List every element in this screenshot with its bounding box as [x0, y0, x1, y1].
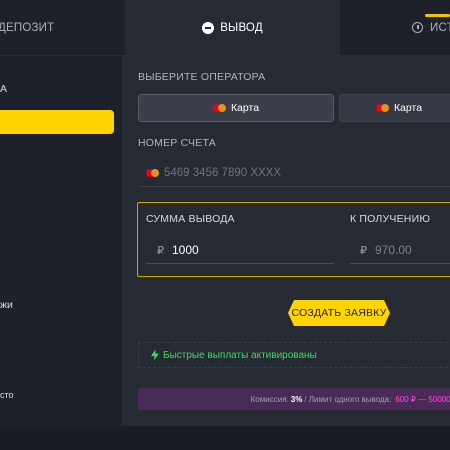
- clock-icon: [412, 22, 423, 33]
- minus-circle-icon: [202, 21, 215, 34]
- lightning-icon: [151, 349, 159, 361]
- tab-deposit[interactable]: ДЕПОЗИТ: [0, 0, 123, 55]
- commission-prefix: Комиссия:: [250, 394, 289, 404]
- account-number-input[interactable]: 5469 3456 7890 XXXX: [138, 160, 450, 187]
- sidebar: А жи сто: [0, 56, 123, 426]
- tab-history[interactable]: ИСТ: [340, 0, 450, 55]
- receive-amount-field: ₽ 970.00: [350, 237, 450, 264]
- withdraw-panel: ВЫБЕРИТЕ ОПЕРАТОРА Карта Карта НОМЕР СЧЕ…: [123, 56, 450, 426]
- tab-withdraw[interactable]: ВЫВОД: [125, 0, 340, 55]
- fast-payout-banner: Быстрые выплаты активированы: [138, 342, 450, 368]
- account-label: НОМЕР СЧЕТА: [138, 137, 216, 149]
- withdraw-amount-input[interactable]: ₽ 1000: [146, 237, 334, 264]
- sidebar-item-top[interactable]: А: [0, 83, 7, 95]
- mastercard-icon: [212, 103, 226, 113]
- operator-card-label-2: Карта: [393, 102, 423, 114]
- receive-amount-value: 970.00: [375, 243, 412, 257]
- mastercard-icon: [375, 103, 389, 113]
- withdraw-amount-value: 1000: [172, 243, 199, 257]
- commission-bar: Комиссия: 3% / Лимит одного вывода: 600 …: [138, 388, 450, 410]
- commission-value: 3%: [290, 394, 303, 404]
- sidebar-item-mid[interactable]: жи: [0, 299, 13, 311]
- ruble-icon: ₽: [360, 244, 367, 257]
- operator-card-button[interactable]: Карта: [138, 94, 334, 122]
- mastercard-icon: [146, 168, 159, 178]
- limit-value: 600 ₽ — 50000 ₽: [395, 394, 450, 404]
- operator-card-label: Карта: [230, 102, 260, 114]
- top-tabs: ДЕПОЗИТ ВЫВОД ИСТ: [0, 0, 450, 56]
- operator-card-button-2[interactable]: Карта: [339, 94, 450, 122]
- account-placeholder: 5469 3456 7890 XXXX: [164, 167, 282, 179]
- fast-payout-text: Быстрые выплаты активированы: [163, 349, 317, 361]
- sidebar-item-bottom[interactable]: сто: [0, 390, 14, 400]
- receive-label: К ПОЛУЧЕНИЮ: [350, 213, 431, 225]
- limit-prefix: / Лимит одного вывода:: [304, 394, 392, 404]
- ruble-icon: ₽: [157, 244, 164, 257]
- tab-withdraw-label: ВЫВОД: [220, 21, 263, 34]
- sidebar-active-item[interactable]: [0, 110, 114, 134]
- operator-label: ВЫБЕРИТЕ ОПЕРАТОРА: [138, 71, 266, 83]
- sum-label: СУММА ВЫВОДА: [146, 213, 235, 225]
- tab-deposit-label: ДЕПОЗИТ: [0, 21, 55, 34]
- tab-history-label: ИСТ: [430, 21, 450, 34]
- create-request-button[interactable]: СОЗДАТЬ ЗАЯВКУ: [288, 300, 390, 326]
